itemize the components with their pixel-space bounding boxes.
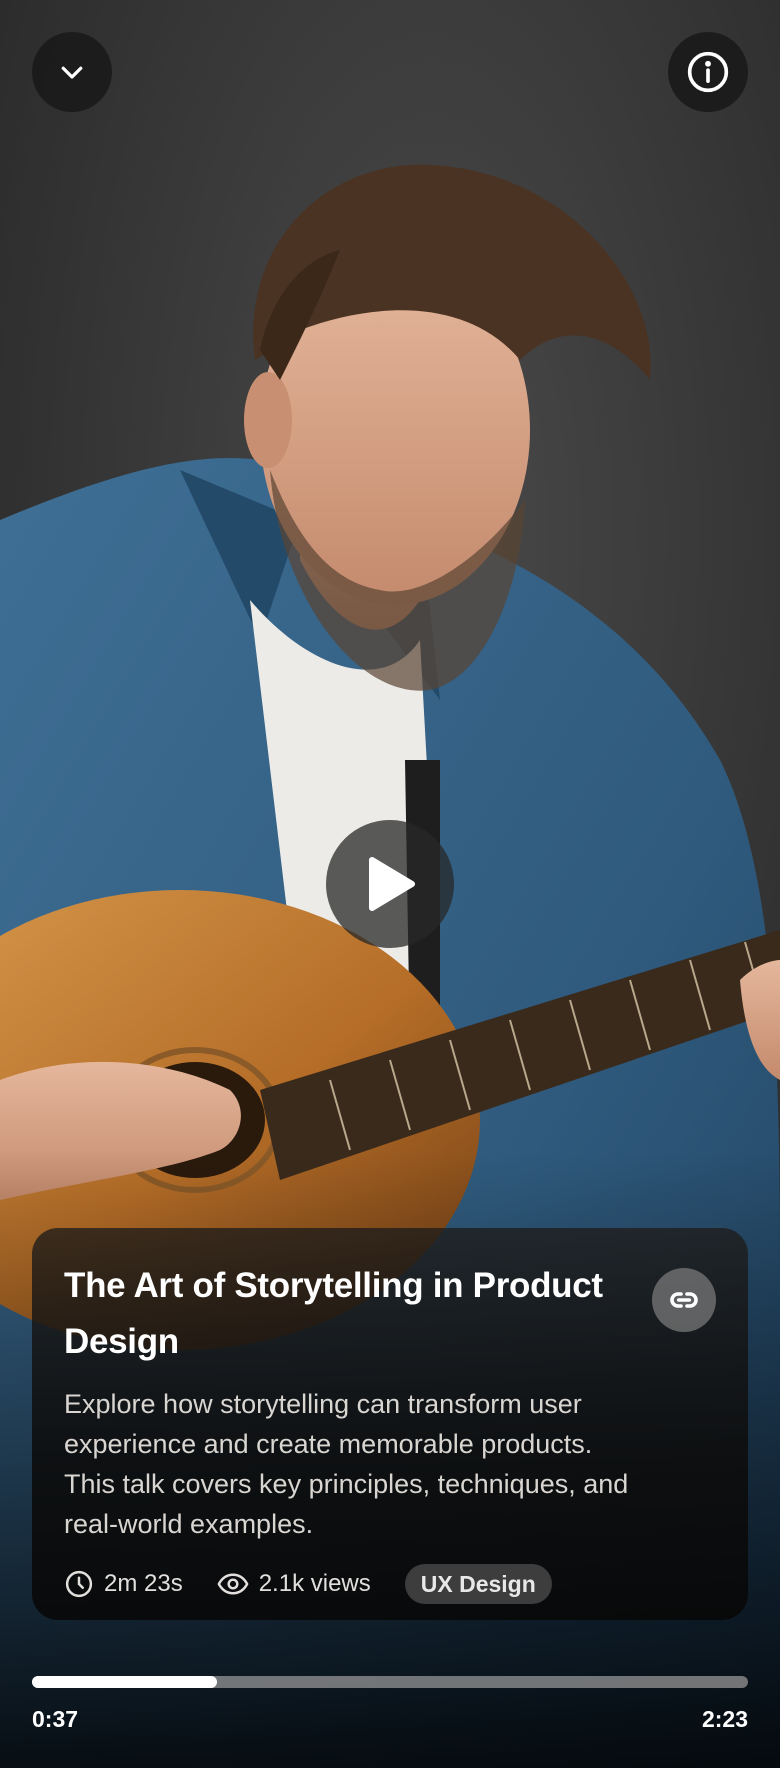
video-info-card: The Art of Storytelling in Product Desig… [32, 1228, 748, 1620]
info-button[interactable] [668, 32, 748, 112]
duration-text: 2m 23s [104, 1570, 183, 1597]
video-meta-row: 2m 23s 2.1k views UX Design [64, 1564, 552, 1604]
chevron-down-icon [61, 66, 83, 79]
views-text: 2.1k views [258, 1570, 371, 1597]
duration-meta: 2m 23s [64, 1569, 183, 1599]
video-player-screen: The Art of Storytelling in Product Desig… [0, 0, 780, 1768]
views-meta: 2.1k views [217, 1569, 371, 1599]
video-description: Explore how storytelling can transform u… [64, 1389, 629, 1539]
play-button[interactable] [326, 820, 454, 948]
category-tag[interactable]: UX Design [404, 1564, 552, 1604]
total-time: 2:23 [701, 1706, 748, 1732]
video-title: The Art of Storytelling in Product Desig… [64, 1266, 603, 1361]
eye-icon [217, 1573, 249, 1595]
current-time: 0:37 [32, 1706, 79, 1732]
info-icon [687, 51, 729, 93]
progress-bar-fill [32, 1676, 218, 1688]
clock-icon [65, 1570, 93, 1598]
progress-bar[interactable] [32, 1676, 748, 1688]
copy-link-button[interactable] [652, 1268, 716, 1332]
play-icon [369, 857, 415, 911]
link-icon [670, 1292, 698, 1308]
collapse-button[interactable] [32, 32, 112, 112]
